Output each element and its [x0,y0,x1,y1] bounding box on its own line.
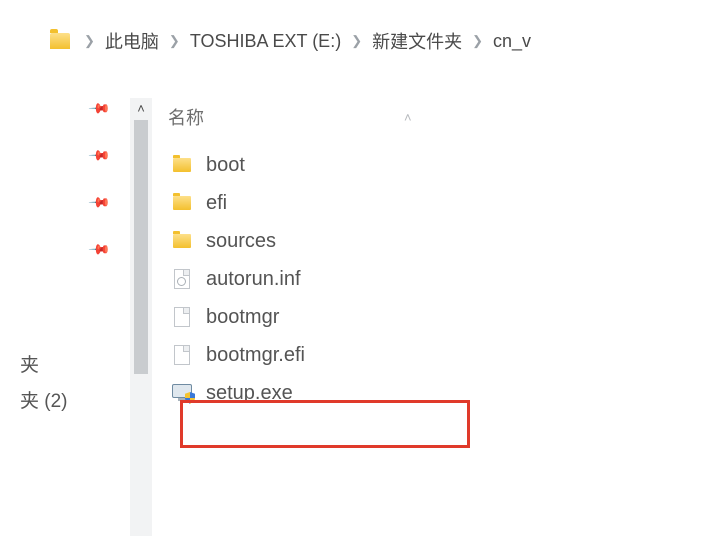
sidebar-item[interactable]: 夹 [20,348,68,384]
scrollbar[interactable]: ˄ [130,98,152,536]
settings-file-icon [170,269,194,289]
file-name-label: boot [206,154,245,177]
scroll-up-icon[interactable]: ˄ [130,98,152,118]
quick-access-sidebar: 📌 📌 📌 📌 夹 夹 (2) [0,98,130,536]
file-row-bootmgr-efi[interactable]: bootmgr.efi [158,336,711,374]
file-name-label: sources [206,230,276,253]
file-list-pane: 名称 ˄ boot efi sources autorun.inf bootmgr boo… [158,98,711,536]
chevron-right-icon[interactable]: ❯ [351,33,362,49]
breadcrumb-seg-2[interactable]: 新建文件夹 [372,28,462,54]
breadcrumb-seg-0[interactable]: 此电脑 [105,28,159,54]
file-name-label: autorun.inf [206,268,301,291]
chevron-right-icon[interactable]: ❯ [169,33,180,49]
breadcrumb-seg-3[interactable]: cn_v [493,31,531,52]
file-row-boot[interactable]: boot [158,146,711,184]
sidebar-item[interactable]: 夹 (2) [20,384,68,420]
file-name-label: bootmgr.efi [206,344,305,367]
column-header-label: 名称 [168,104,204,130]
file-name-label: efi [206,192,227,215]
file-row-setup-exe[interactable]: setup.exe [158,374,711,412]
folder-icon [170,196,194,210]
column-header-name[interactable]: 名称 ˄ [158,100,711,134]
installer-icon [170,384,194,402]
file-row-bootmgr[interactable]: bootmgr [158,298,711,336]
file-row-efi[interactable]: efi [158,184,711,222]
sort-indicator-icon: ˄ [404,110,412,125]
folder-icon [170,234,194,248]
file-row-sources[interactable]: sources [158,222,711,260]
folder-icon [170,158,194,172]
file-icon [170,345,194,365]
breadcrumb-seg-1[interactable]: TOSHIBA EXT (E:) [190,31,341,52]
file-icon [170,307,194,327]
folder-icon [50,33,70,49]
scroll-thumb[interactable] [134,120,148,374]
file-name-label: bootmgr [206,306,279,329]
breadcrumb[interactable]: ❯ 此电脑 ❯ TOSHIBA EXT (E:) ❯ 新建文件夹 ❯ cn_v [50,24,711,58]
pin-icon: 📌 [87,143,111,167]
pin-icon: 📌 [87,237,111,261]
pin-icon: 📌 [87,96,111,120]
file-row-autorun-inf[interactable]: autorun.inf [158,260,711,298]
chevron-right-icon[interactable]: ❯ [84,33,95,49]
chevron-right-icon[interactable]: ❯ [472,33,483,49]
file-name-label: setup.exe [206,382,293,405]
pin-icon: 📌 [87,190,111,214]
